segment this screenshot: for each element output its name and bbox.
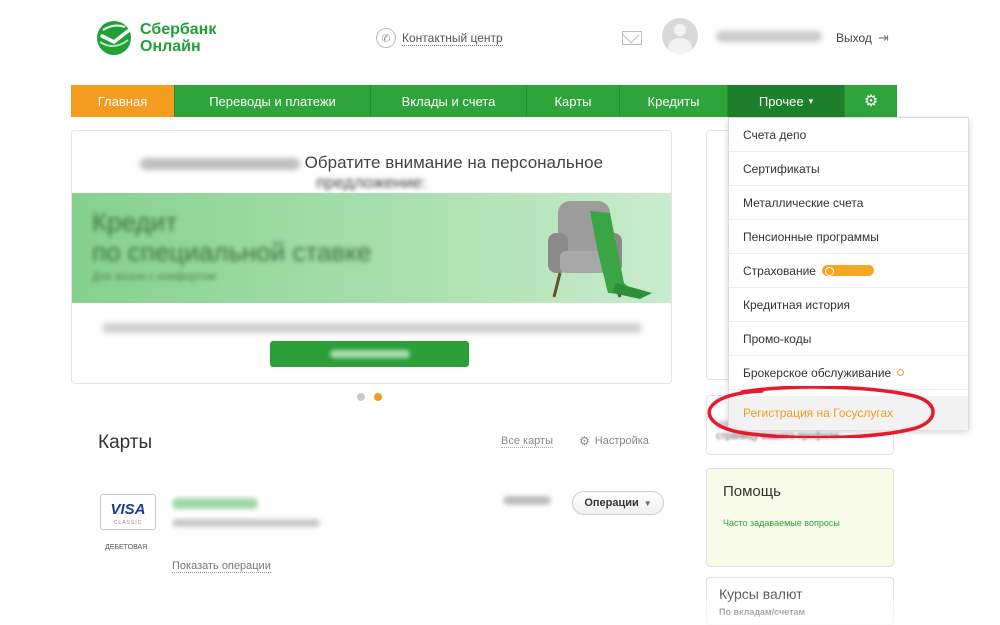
gear-icon: ⚙ (863, 93, 879, 110)
menu-item-depo-accounts[interactable]: Счета депо (729, 118, 968, 152)
mail-icon[interactable] (622, 31, 642, 45)
exchange-rates-title: Курсы валют (719, 586, 803, 602)
promo-heading-part-2: предложение: (316, 173, 427, 192)
sberbank-logo[interactable]: Сбербанк Онлайн (94, 18, 216, 58)
nav-item-home[interactable]: Главная (71, 85, 175, 117)
submit-application-label-blurred (329, 350, 410, 358)
submit-application-button[interactable] (270, 341, 469, 367)
all-cards-link[interactable]: Все карты (501, 435, 554, 448)
logo-text: Сбербанк Онлайн (140, 21, 216, 55)
logout-label: Выход (836, 31, 872, 45)
nav-item-deposits[interactable]: Вклады и счета (371, 85, 527, 117)
settings-gear-button[interactable]: ⚙ (845, 85, 897, 117)
nav-item-more[interactable]: Прочее ▾ (728, 85, 845, 117)
menu-item-label: Счета депо (743, 127, 807, 142)
banner-title-line-1: Кредит (92, 207, 178, 237)
nav-item-transfers[interactable]: Переводы и платежи (175, 85, 371, 117)
menu-item-label: Металлические счета (743, 195, 864, 210)
visa-logo-text: VISA (110, 501, 146, 518)
logo-line-2: Онлайн (140, 38, 201, 55)
chevron-down-icon: ▼ (643, 498, 652, 508)
card-type-label: ДЕБЕТОВАЯ (105, 544, 148, 551)
menu-item-label: Сертификаты (743, 161, 820, 176)
menu-item-label: Брокерское обслуживание (743, 365, 892, 380)
status-ring-icon (897, 369, 905, 376)
client-name-blurred (139, 157, 300, 170)
menu-item-pension-programs[interactable]: Пенсионные программы (729, 220, 968, 254)
card-number-blurred (172, 519, 320, 527)
menu-item-label: Промо-коды (743, 331, 812, 346)
exchange-rates-panel: Курсы валют По вкладам/счетам (706, 577, 894, 625)
armchair-image (548, 201, 652, 299)
nav-item-label: Главная (97, 93, 148, 109)
gear-icon: ⚙ (579, 434, 590, 448)
promo-heading: Обратите внимание на персональное предло… (72, 153, 671, 193)
contact-center-label: Контактный центр (402, 30, 503, 46)
nav-item-label: Карты (554, 93, 592, 109)
visa-class-text: CLASSIC (113, 520, 143, 526)
menu-item-insurance[interactable]: Страхование (729, 254, 968, 288)
nav-item-label: Переводы и платежи (209, 93, 336, 109)
menu-item-label: Кредитная история (743, 297, 851, 312)
carousel-dot[interactable] (357, 393, 365, 401)
promo-banner[interactable]: Кредит по специальной ставке Для жизни с… (72, 193, 671, 303)
nav-item-cards[interactable]: Карты (527, 85, 620, 117)
nav-item-label: Кредиты (647, 93, 700, 109)
menu-item-metal-accounts[interactable]: Металлические счета (729, 186, 968, 220)
main-nav: Главная Переводы и платежи Вклады и счет… (71, 85, 897, 117)
more-dropdown-menu: Счета депо Сертификаты Металлические сче… (728, 117, 969, 430)
exchange-rates-subtitle: По вкладам/счетам (719, 607, 806, 617)
contact-center-link[interactable]: ✆ Контактный центр (376, 28, 503, 48)
card-name-blurred[interactable] (172, 498, 258, 509)
menu-item-brokerage[interactable]: Брокерское обслуживание (729, 356, 968, 390)
promo-offer-panel: Обратите внимание на персональное предло… (71, 130, 672, 384)
phone-icon: ✆ (376, 28, 396, 48)
banner-title: Кредит по специальной ставке (92, 207, 371, 267)
faq-link[interactable]: Часто задаваемые вопросы (723, 517, 843, 529)
help-title: Помощь (723, 483, 781, 500)
banner-title-line-2: по специальной ставке (92, 237, 372, 267)
cards-section-title: Карты (98, 432, 153, 453)
user-avatar[interactable] (662, 18, 698, 54)
promo-heading-part-1: Обратите внимание на персональное (304, 153, 604, 172)
menu-item-certificates[interactable]: Сертификаты (729, 152, 968, 186)
user-name-blurred (716, 31, 822, 42)
new-badge-icon (821, 265, 874, 276)
menu-item-promo-codes[interactable]: Промо-коды (729, 322, 968, 356)
menu-item-label: Страхование (743, 263, 816, 278)
menu-item-label: Пенсионные программы (743, 229, 879, 244)
card-operations-button[interactable]: Операции ▼ (572, 491, 664, 515)
show-operations-link[interactable]: Показать операции (172, 560, 271, 573)
banner-subtitle: Для жизни с комфортом (92, 271, 216, 283)
nav-item-label: Прочее (758, 93, 804, 109)
promo-details-blurred (102, 323, 642, 333)
logout-link[interactable]: Выход ⇥ (836, 30, 889, 46)
logout-icon: ⇥ (877, 30, 889, 45)
sberbank-logo-icon (97, 21, 131, 55)
visa-card-image[interactable]: VISA CLASSIC (100, 494, 156, 530)
carousel-dot-active[interactable] (374, 393, 382, 401)
nav-item-credits[interactable]: Кредиты (620, 85, 728, 117)
carousel-dots (357, 393, 382, 401)
card-balance-blurred (503, 496, 551, 505)
cards-settings-label: Настройка (594, 435, 649, 447)
logo-line-1: Сбербанк (140, 21, 217, 38)
cards-settings-link[interactable]: ⚙ Настройка (579, 434, 649, 448)
nav-item-label: Вклады и счета (401, 93, 496, 109)
header: Сбербанк Онлайн ✆ Контактный центр Выход… (0, 0, 1000, 84)
help-panel: Помощь Часто задаваемые вопросы (706, 468, 894, 567)
red-circle-annotation (707, 386, 935, 438)
chevron-down-icon: ▾ (808, 95, 814, 106)
card-operations-label: Операции (584, 497, 639, 509)
menu-item-credit-history[interactable]: Кредитная история (729, 288, 968, 322)
